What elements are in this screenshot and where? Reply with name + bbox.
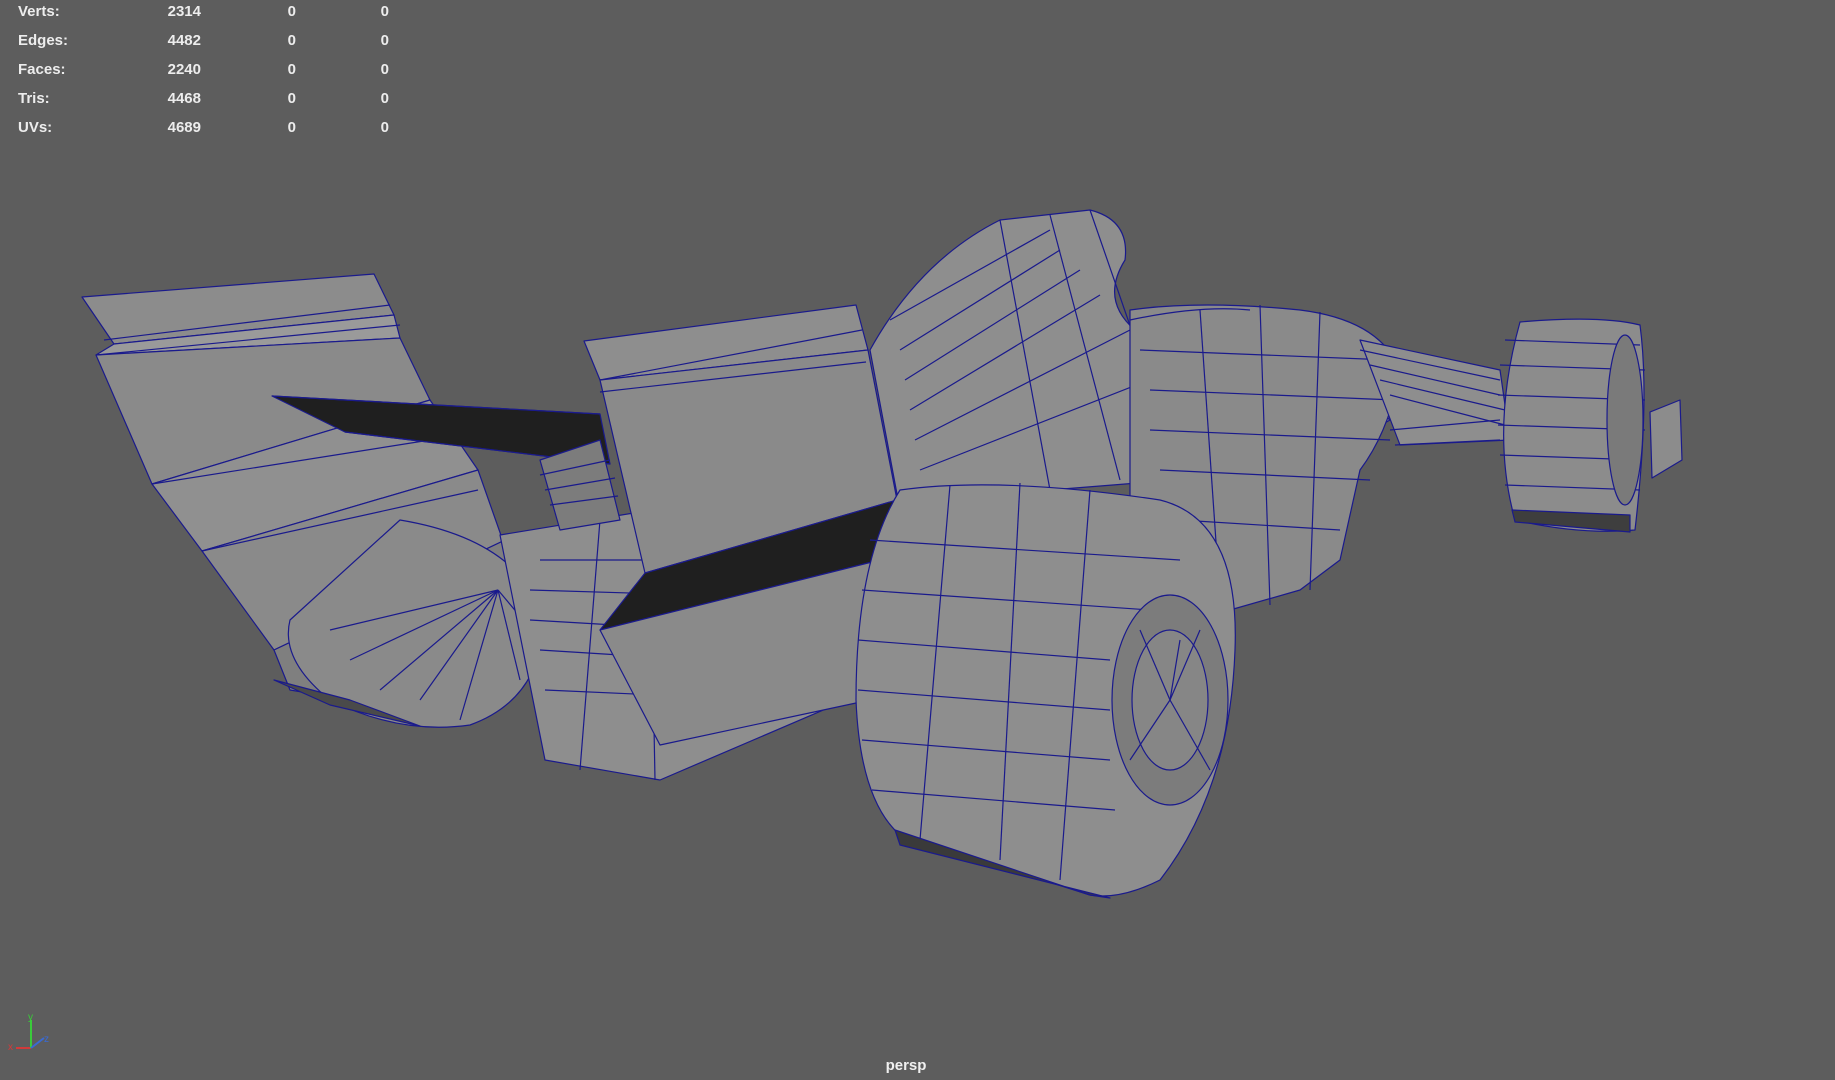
- hud-value: 0: [380, 119, 389, 136]
- hud-row-edges: Edges: 4482 0 0: [18, 29, 398, 58]
- hud-label: Faces:: [18, 61, 66, 78]
- hud-value: 0: [380, 90, 389, 107]
- axis-x-label: x: [8, 1042, 13, 1053]
- hud-value: 2314: [167, 3, 201, 20]
- hud-value: 0: [287, 3, 296, 20]
- hud-row-faces: Faces: 2240 0 0: [18, 58, 398, 87]
- hud-label: Verts:: [18, 3, 60, 20]
- hud-row-verts: Verts: 2314 0 0: [18, 0, 398, 29]
- hud-value: 0: [287, 119, 296, 136]
- hud-label: UVs:: [18, 119, 53, 136]
- hud-value: 0: [380, 61, 389, 78]
- hud-value: 0: [380, 3, 389, 20]
- hud-label: Edges:: [18, 32, 69, 49]
- race-car-mesh[interactable]: [0, 0, 1835, 1080]
- hud-value: 2240: [167, 61, 201, 78]
- hud-value: 0: [287, 32, 296, 49]
- hud-value: 4689: [167, 119, 201, 136]
- hud-row-uvs: UVs: 4689 0 0: [18, 116, 398, 145]
- front-wing-mesh[interactable]: [1649, 399, 1683, 479]
- hud-value: 4482: [167, 32, 201, 49]
- axis-z-label: z: [44, 1034, 49, 1045]
- maya-viewport[interactable]: Verts: 2314 0 0 Edges: 4482 0 0 Faces: 2…: [0, 0, 1835, 1080]
- front-wheel-mesh[interactable]: [1497, 318, 1646, 533]
- camera-name-label: persp: [885, 1057, 927, 1074]
- axis-gizmo: x y z: [8, 1012, 49, 1053]
- hud-value: 0: [380, 32, 389, 49]
- poly-count-hud: Verts: 2314 0 0 Edges: 4482 0 0 Faces: 2…: [18, 0, 398, 145]
- axis-y-label: y: [28, 1012, 33, 1023]
- hud-value: 0: [287, 61, 296, 78]
- hud-label: Tris:: [18, 90, 50, 107]
- rear-right-wheel-mesh[interactable]: [855, 482, 1236, 899]
- hud-row-tris: Tris: 4468 0 0: [18, 87, 398, 116]
- hud-value: 0: [287, 90, 296, 107]
- hud-value: 4468: [167, 90, 201, 107]
